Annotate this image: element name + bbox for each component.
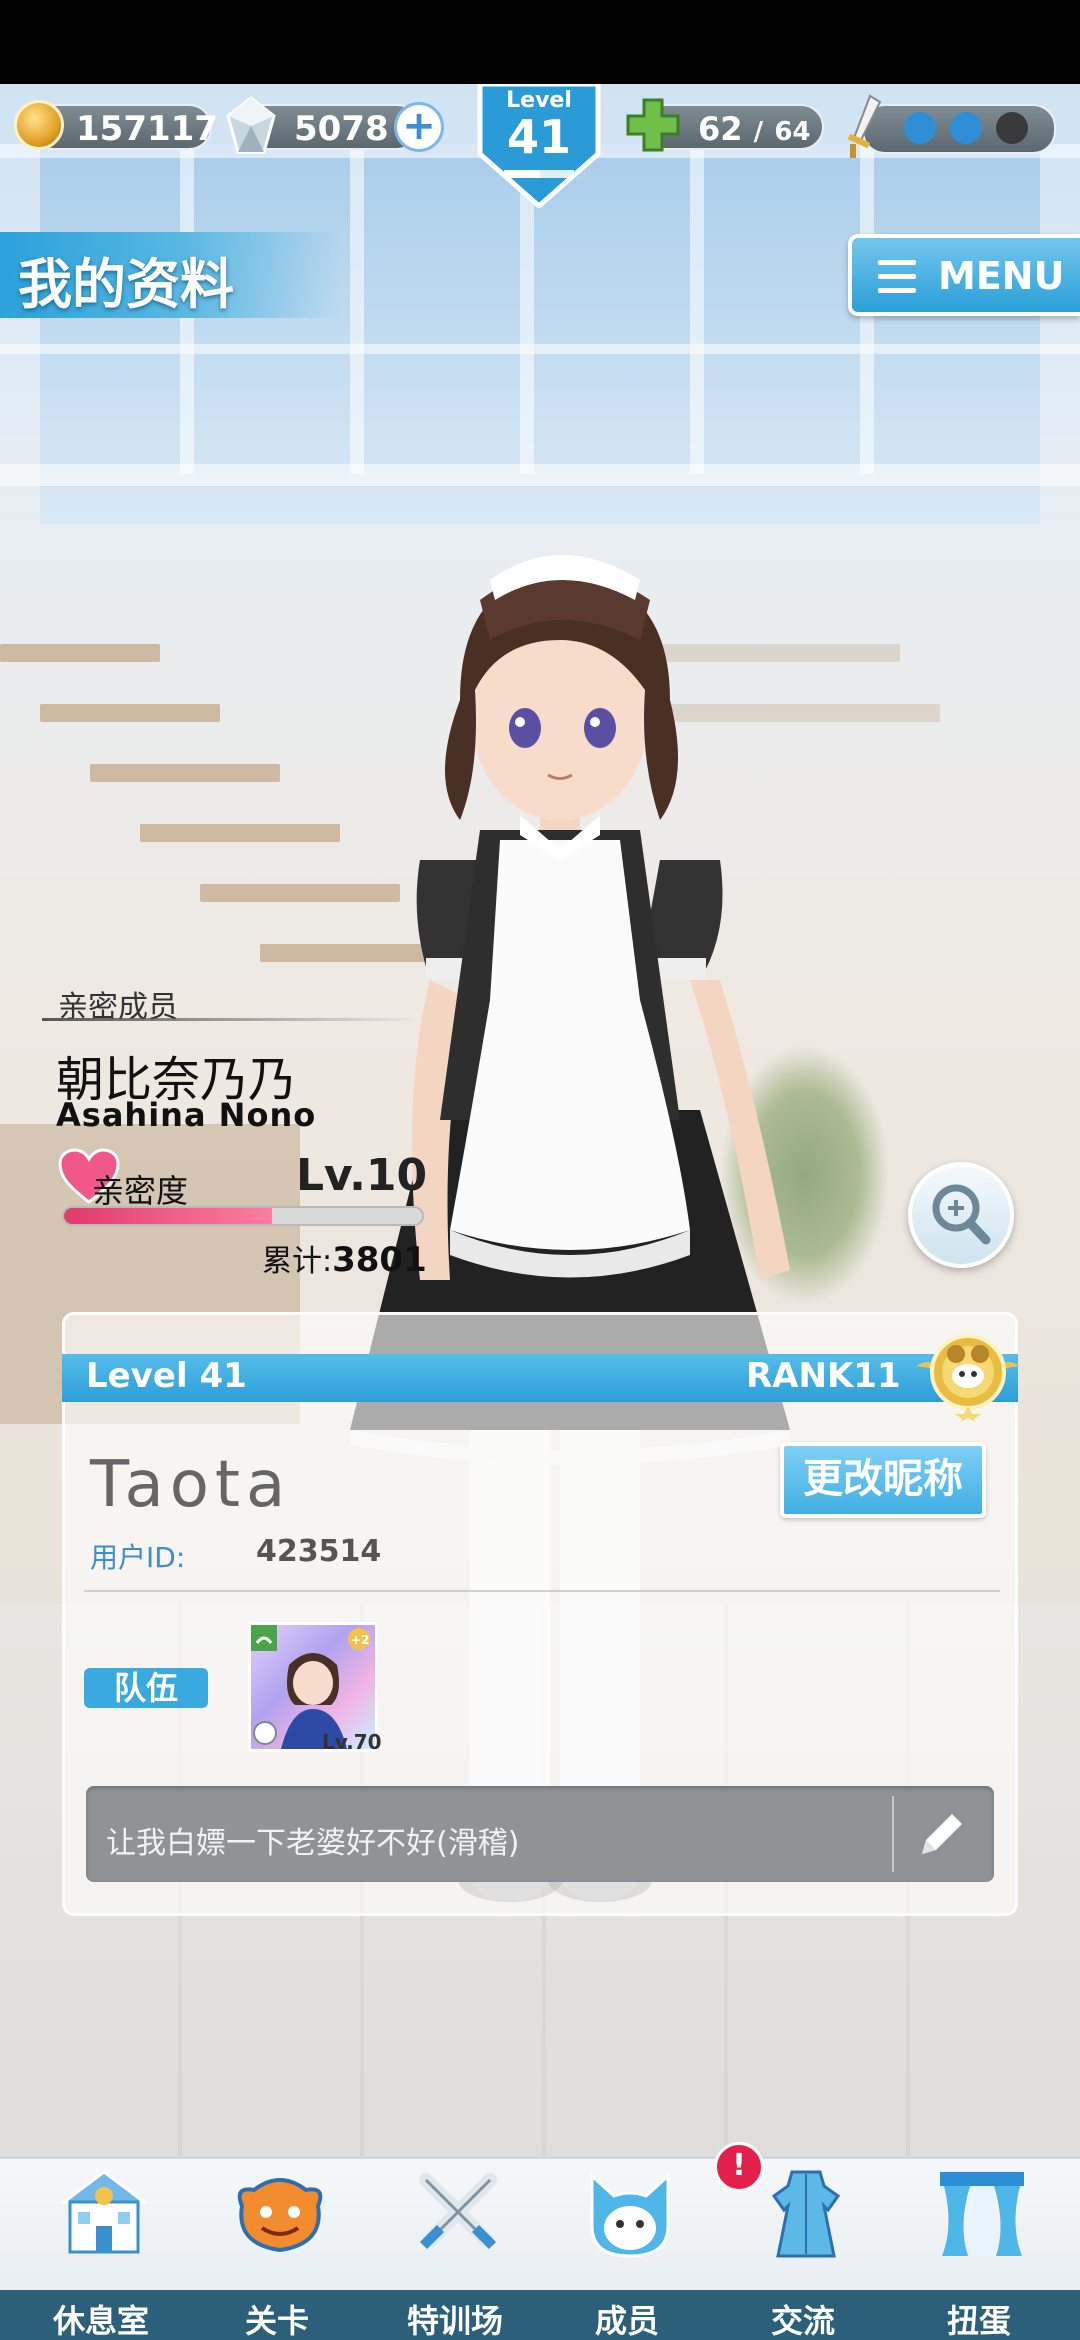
- charge-dot-2: [950, 112, 982, 144]
- game-screen: 157117 5078 + Level 41 62 / 64 我的资料 MENU…: [0, 0, 1080, 2340]
- affinity-progress-bar: [62, 1206, 424, 1226]
- hamburger-icon: [878, 260, 916, 294]
- nav-label-gacha: 扭蛋: [946, 2302, 1011, 2340]
- add-gems-button[interactable]: +: [394, 102, 444, 152]
- charge-dot-3: [996, 112, 1028, 144]
- nav-label-stage: 关卡: [244, 2302, 309, 2340]
- team-label: 队伍: [84, 1668, 208, 1708]
- nav-label-members: 成员: [594, 2302, 659, 2340]
- nav-label-social: 交流: [770, 2302, 835, 2340]
- menu-label: MENU: [938, 254, 1065, 298]
- curtain-stage-icon: [940, 2172, 1024, 2256]
- change-nickname-button[interactable]: 更改昵称: [780, 1442, 986, 1518]
- affinity-total: 累计:3801: [262, 1236, 427, 1280]
- profile-divider: [84, 1590, 1000, 1592]
- nav-label-lounge: 休息室: [52, 2302, 149, 2340]
- zoom-button[interactable]: [908, 1162, 1014, 1268]
- affinity-level: Lv.10: [296, 1150, 428, 1201]
- coin-icon: [14, 100, 64, 150]
- player-level-badge: Level 41: [474, 84, 604, 208]
- stamina-separator: /: [753, 117, 764, 147]
- profile-level: Level 41: [86, 1356, 247, 1396]
- stamina-current: 62: [698, 110, 743, 148]
- gem-icon: [226, 96, 276, 154]
- level-number: 41: [506, 110, 571, 164]
- edit-pencil-icon[interactable]: [910, 1804, 972, 1866]
- nav-label-training: 特训场: [406, 2302, 503, 2340]
- notification-badge: !: [714, 2142, 764, 2192]
- coin-amount: 157117: [76, 109, 218, 149]
- lounge-building-icon: [59, 2170, 149, 2254]
- signature-text: 让我白嫖一下老婆好不好(滑稽): [106, 1826, 520, 1861]
- uid-label: 用户ID:: [90, 1541, 186, 1574]
- crossed-swords-icon: [419, 2173, 497, 2250]
- rank-badge-icon: [916, 1334, 1020, 1422]
- member-plus: +2: [351, 1633, 369, 1647]
- dress-icon: [771, 2170, 841, 2258]
- stamina-plus-icon[interactable]: [626, 98, 680, 152]
- profile-rank: RANK11: [746, 1356, 901, 1396]
- member-level: Lv.70: [322, 1730, 382, 1754]
- signature-separator: [892, 1796, 894, 1872]
- accum-value: 3801: [332, 1240, 427, 1280]
- gem-amount: 5078: [294, 109, 389, 149]
- sword-icon: [847, 94, 882, 158]
- partner-divider: [42, 1018, 422, 1021]
- affinity-progress-fill: [64, 1208, 272, 1224]
- menu-button[interactable]: MENU: [848, 234, 1080, 316]
- partner-name-roman: Asahina Nono: [56, 1096, 317, 1134]
- page-title: 我的资料: [18, 253, 234, 316]
- magnifier-icon: [932, 1184, 991, 1245]
- stage-monster-icon: [237, 2178, 323, 2253]
- charge-dot-1: [904, 112, 936, 144]
- uid-value: 423514: [256, 1534, 382, 1569]
- stamina-max: 64: [774, 117, 811, 147]
- accum-label: 累计:: [262, 1244, 333, 1279]
- member-cat-icon: [590, 2172, 670, 2258]
- username: Taota: [90, 1448, 292, 1522]
